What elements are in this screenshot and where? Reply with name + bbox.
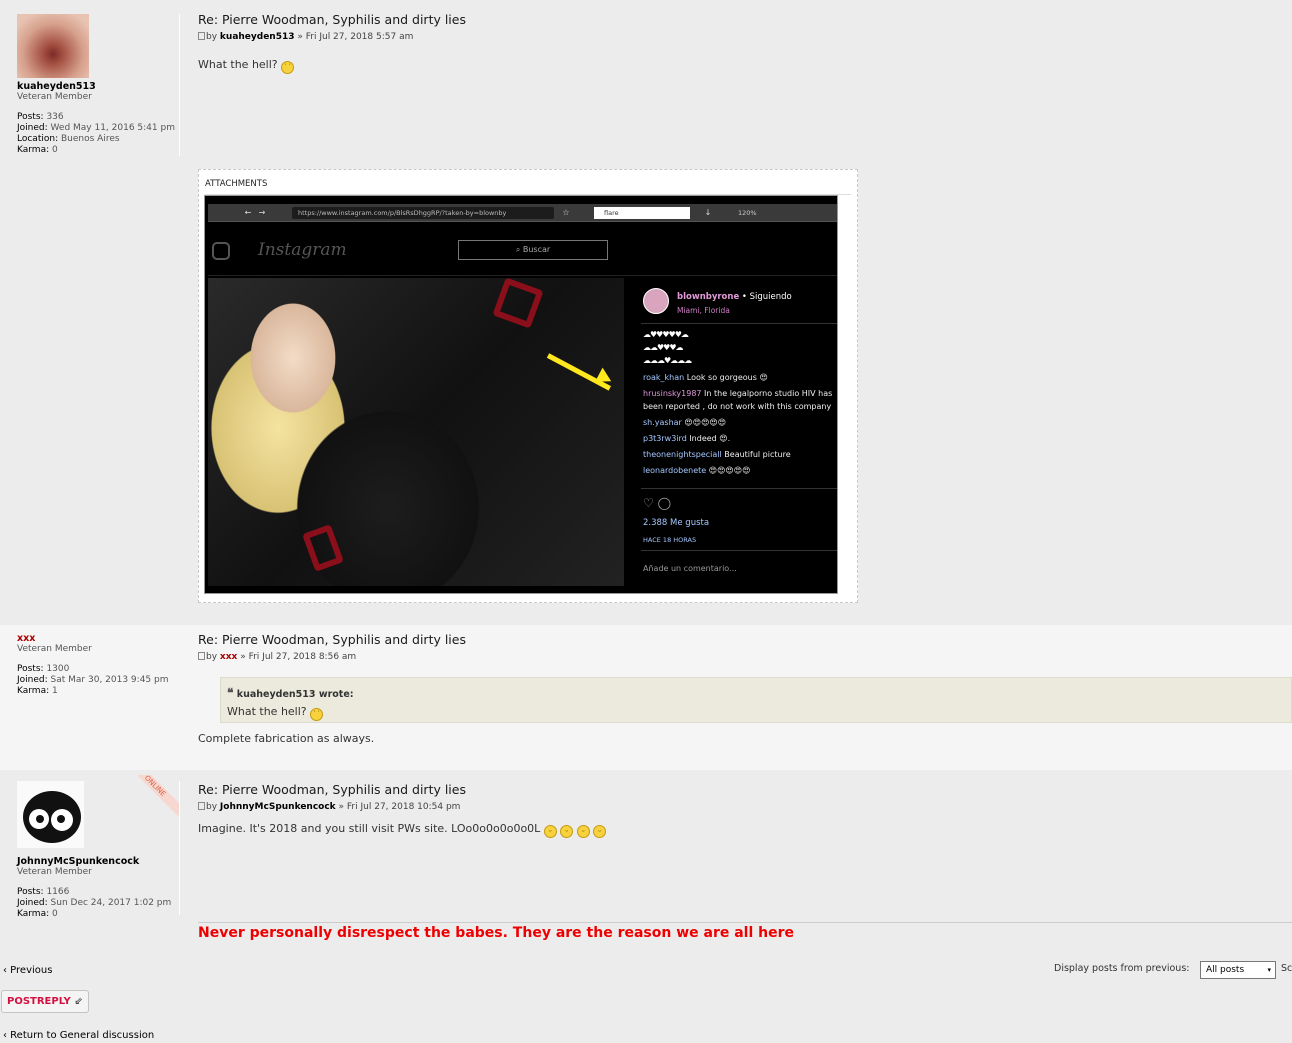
attachments-box: ATTACHMENTS ← → https://www.instagram.co…	[198, 169, 858, 603]
display-posts-select[interactable]: All posts ▾	[1200, 961, 1276, 979]
post-reply-button[interactable]: POSTREPLY ⇙	[1, 990, 89, 1013]
pagination-bar: ‹ Previous Display posts from previous: …	[0, 957, 1292, 985]
post-content: What the hell? ˙˙	[198, 58, 1292, 74]
post-body: Re: Pierre Woodman, Syphilis and dirty l…	[198, 782, 1292, 838]
username[interactable]: xxx	[17, 633, 180, 644]
post-title[interactable]: Re: Pierre Woodman, Syphilis and dirty l…	[198, 12, 1292, 27]
ig-comment: sh.yashar 😍😍😍😍😍	[643, 418, 727, 427]
previous-link[interactable]: ‹ Previous	[3, 965, 52, 976]
chevron-down-icon: ▾	[1267, 966, 1271, 974]
post-1: kuaheyden513 Veteran Member Posts: 336 J…	[0, 0, 1292, 620]
instagram-location: Miami, Florida	[677, 306, 730, 315]
user-stats: Posts: 1166 Joined: Sun Dec 24, 2017 1:0…	[17, 887, 172, 919]
user-rank: Veteran Member	[17, 92, 92, 102]
post-meta: by kuaheyden513 » Fri Jul 27, 2018 5:57 …	[198, 32, 1292, 42]
browser-zoom: 120%	[738, 209, 757, 217]
user-stats: Posts: 1300 Joined: Sat Mar 30, 2013 9:4…	[17, 664, 169, 696]
post-icon[interactable]	[198, 652, 205, 660]
username[interactable]: JohnnyMcSpunkencock	[17, 856, 179, 867]
download-icon: ↓	[704, 208, 712, 217]
instagram-comments: ☁♥♥♥♥♥☁ ☁☁♥♥♥☁ ☁☁☁♥☁☁☁ roak_khan Look so…	[643, 330, 833, 475]
post-profile: JohnnyMcSpunkencock Veteran Member Posts…	[17, 781, 180, 919]
username[interactable]: kuaheyden513	[17, 81, 179, 92]
forward-icon: →	[258, 208, 266, 217]
post-icon[interactable]	[198, 32, 205, 40]
ig-comment: hrusinsky1987 In the legalporno studio H…	[643, 389, 833, 411]
instagram-avatar	[643, 288, 669, 314]
browser-toolbar: ← → https://www.instagram.com/p/BlsRsDhg…	[208, 204, 837, 222]
shocked-smiley-icon: ˙˙	[310, 708, 324, 721]
signature-divider	[198, 922, 1292, 923]
ig-comment: roak_khan Look so gorgeous 😍	[643, 373, 768, 382]
instagram-add-comment: Añade un comentario...	[643, 564, 737, 573]
instagram-username: blownbyrone	[677, 292, 740, 302]
shocked-smiley-icon: ˙˙	[281, 61, 295, 74]
instagram-header: Instagram ⌕ Buscar	[208, 226, 837, 276]
browser-search: flare	[594, 207, 690, 219]
browser-url: https://www.instagram.com/p/BlsRsDhggRP/…	[292, 207, 554, 219]
star-icon: ☆	[562, 208, 570, 217]
post-author[interactable]: JohnnyMcSpunkencock	[220, 802, 336, 812]
post-body: Re: Pierre Woodman, Syphilis and dirty l…	[198, 632, 1292, 762]
display-posts-label: Display posts from previous:	[1054, 963, 1190, 974]
ig-comment: theonenightspeciall Beautiful picture	[643, 450, 791, 459]
grin-smiley-icon: ᵕ	[543, 825, 557, 838]
post-profile: xxx Veteran Member Posts: 1300 Joined: S…	[17, 633, 180, 713]
grin-smiley-icon: ᵕ	[576, 825, 590, 838]
post-author[interactable]: xxx	[220, 652, 237, 662]
user-rank: Veteran Member	[17, 867, 92, 877]
grin-smiley-icon: ᵕ	[560, 825, 574, 838]
post-content: Imagine. It's 2018 and you still visit P…	[198, 822, 1292, 838]
ig-comment: p3t3rw3ird Indeed 😍.	[643, 434, 731, 443]
avatar[interactable]	[17, 14, 89, 78]
post-meta: by xxx » Fri Jul 27, 2018 8:56 am	[198, 652, 1292, 662]
heart-comment-icons: ♡ ◯	[643, 496, 672, 510]
avatar[interactable]	[17, 781, 84, 848]
attachments-label: ATTACHMENTS	[205, 179, 268, 189]
post-profile: kuaheyden513 Veteran Member Posts: 336 J…	[17, 14, 180, 156]
attachment-image[interactable]: ← → https://www.instagram.com/p/BlsRsDhg…	[204, 195, 838, 594]
quote-text: What the hell? ˙˙	[227, 705, 1285, 721]
return-link[interactable]: ‹ Return to General discussion	[3, 1030, 154, 1041]
sort-label: Sc	[1281, 963, 1292, 974]
instagram-search: ⌕ Buscar	[458, 240, 608, 260]
signature: Never personally disrespect the babes. T…	[198, 925, 795, 941]
post-body: Re: Pierre Woodman, Syphilis and dirty l…	[198, 12, 1292, 74]
camera-icon	[212, 242, 230, 260]
post-meta: by JohnnyMcSpunkencock » Fri Jul 27, 201…	[198, 802, 1292, 812]
instagram-logo: Instagram	[258, 240, 347, 260]
user-stats: Posts: 336 Joined: Wed May 11, 2016 5:41…	[17, 112, 175, 155]
grin-smiley-icon: ᵕ	[593, 825, 607, 838]
user-rank: Veteran Member	[17, 644, 92, 654]
post-2: xxx Veteran Member Posts: 1300 Joined: S…	[0, 625, 1292, 770]
quote-block: ❝ kuaheyden513 wrote: What the hell? ˙˙	[220, 677, 1292, 723]
reply-arrow-icon: ⇙	[74, 996, 83, 1007]
quote-author: ❝ kuaheyden513 wrote:	[227, 686, 354, 700]
instagram-time: HACE 18 HORAS	[643, 536, 697, 544]
post-content: Complete fabrication as always.	[198, 732, 375, 745]
post-title[interactable]: Re: Pierre Woodman, Syphilis and dirty l…	[198, 782, 1292, 797]
instagram-photo	[208, 277, 624, 586]
post-title[interactable]: Re: Pierre Woodman, Syphilis and dirty l…	[198, 632, 1292, 647]
post-icon[interactable]	[198, 802, 205, 810]
post-author[interactable]: kuaheyden513	[220, 32, 295, 42]
ig-comment: leonardobenete 😍😍😍😍😍	[643, 466, 751, 475]
back-icon: ←	[244, 208, 252, 217]
instagram-sidebar: blownbyrone • Siguiendo Miami, Florida ☁…	[627, 278, 837, 586]
instagram-likes: 2.388 Me gusta	[643, 518, 710, 528]
